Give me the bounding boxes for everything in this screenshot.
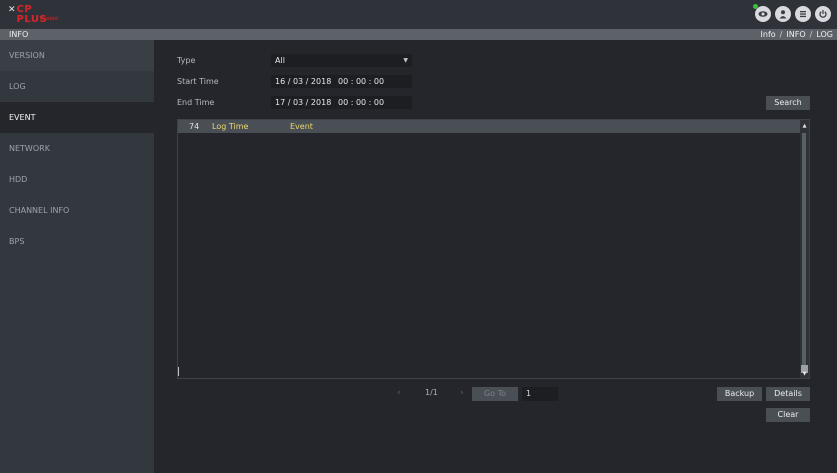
- next-page-icon[interactable]: ›: [460, 388, 464, 398]
- sidebar-item-channel-info[interactable]: CHANNEL INFO: [0, 195, 154, 226]
- sidebar-item-event[interactable]: EVENT: [0, 102, 154, 133]
- search-button[interactable]: Search: [766, 96, 810, 110]
- table-scrollbar[interactable]: ▲ ▼: [800, 120, 809, 378]
- scrollbar-track[interactable]: [802, 133, 806, 365]
- menu-icon[interactable]: [795, 6, 811, 22]
- breadcrumb-separator: /: [779, 30, 783, 39]
- status-indicator: [753, 4, 758, 9]
- sidebar: VERSION LOG EVENT NETWORK HDD CHANNEL IN…: [0, 40, 154, 473]
- record-count: 74: [189, 122, 200, 131]
- logo-subtitle: Trusted: [39, 16, 58, 22]
- type-select-value: All: [275, 56, 285, 65]
- backup-button[interactable]: Backup: [717, 387, 762, 401]
- end-time-label: End Time: [177, 98, 215, 107]
- end-time-value[interactable]: 00 : 00 : 00: [338, 96, 384, 109]
- table-header: 74 Log Time Event: [178, 120, 801, 133]
- toolbar-icons: [753, 4, 831, 22]
- page-indicator: 1/1: [425, 388, 438, 397]
- start-date-value[interactable]: 16 / 03 / 2018: [275, 77, 331, 86]
- sidebar-item-hdd[interactable]: HDD: [0, 164, 154, 195]
- title-bar: INFO Info / INFO / LOG: [0, 29, 837, 40]
- go-to-button[interactable]: Go To: [472, 387, 518, 401]
- live-view-icon[interactable]: [753, 4, 771, 22]
- page-title: INFO: [9, 30, 29, 39]
- chevron-down-icon: ▼: [403, 57, 408, 64]
- type-select[interactable]: All ▼: [271, 54, 412, 67]
- top-bar: ✕ CP PLUS Trusted: [0, 0, 837, 29]
- breadcrumb-item[interactable]: Info: [761, 29, 776, 40]
- text-cursor: [178, 367, 179, 376]
- start-time-value[interactable]: 00 : 00 : 00: [338, 75, 384, 88]
- sidebar-item-version[interactable]: VERSION: [0, 40, 154, 71]
- breadcrumb-item[interactable]: INFO: [786, 29, 805, 40]
- logo-text: CP PLUS: [16, 4, 48, 25]
- previous-page-icon[interactable]: ‹: [397, 388, 401, 398]
- start-time-label: Start Time: [177, 77, 219, 86]
- breadcrumb-item: LOG: [816, 30, 833, 39]
- sidebar-item-network[interactable]: NETWORK: [0, 133, 154, 164]
- breadcrumb: Info / INFO / LOG: [761, 29, 833, 40]
- sidebar-item-log[interactable]: LOG: [0, 71, 154, 102]
- power-icon[interactable]: [815, 6, 831, 22]
- page-number-input[interactable]: 1: [522, 387, 558, 401]
- event-table: 74 Log Time Event ▲ ▼: [177, 119, 810, 379]
- scroll-up-icon[interactable]: ▲: [800, 122, 809, 130]
- start-time-field[interactable]: 16 / 03 / 2018 00 : 00 : 00: [271, 75, 412, 88]
- sidebar-item-bps[interactable]: BPS: [0, 226, 154, 257]
- user-icon[interactable]: [775, 6, 791, 22]
- end-date-value[interactable]: 17 / 03 / 2018: [275, 98, 331, 107]
- scroll-down-icon[interactable]: ▼: [800, 370, 809, 378]
- type-label: Type: [177, 56, 196, 65]
- column-header-event[interactable]: Event: [290, 120, 313, 133]
- end-time-field[interactable]: 17 / 03 / 2018 00 : 00 : 00: [271, 96, 412, 109]
- brand-logo: ✕ CP PLUS Trusted: [8, 4, 62, 25]
- clear-button[interactable]: Clear: [766, 408, 810, 422]
- column-header-log-time[interactable]: Log Time: [212, 120, 248, 133]
- breadcrumb-separator: /: [809, 30, 813, 39]
- details-button[interactable]: Details: [766, 387, 810, 401]
- logo-mark: ✕: [8, 5, 16, 15]
